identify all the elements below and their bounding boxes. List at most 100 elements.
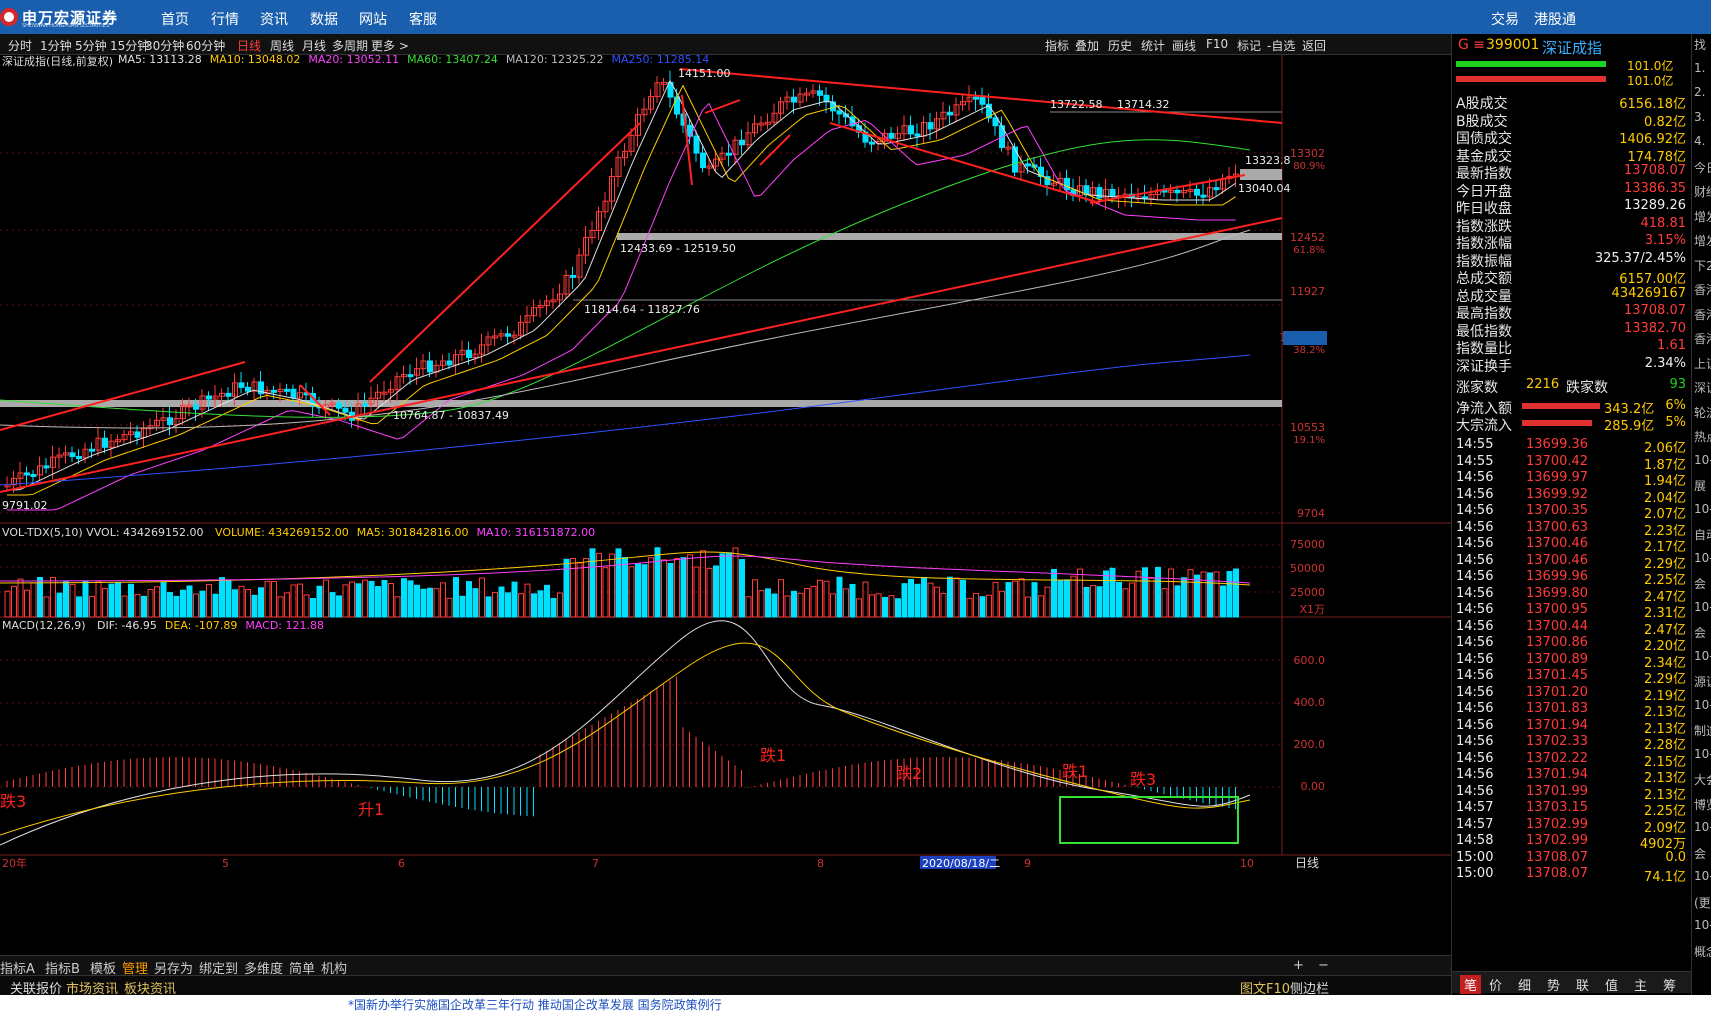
- nav-service[interactable]: 客服: [409, 9, 437, 29]
- edge-news-item[interactable]: 香港: [1694, 281, 1711, 298]
- edge-news-item[interactable]: 展: [1694, 477, 1706, 494]
- side-tab[interactable]: 联: [1576, 975, 1589, 994]
- candle-body: [693, 135, 700, 154]
- period-tab-0[interactable]: 分时: [8, 37, 32, 54]
- tool-5[interactable]: F10: [1206, 37, 1228, 51]
- zoom-in-icon[interactable]: +: [1293, 958, 1304, 973]
- index-name[interactable]: 深证成指: [1542, 37, 1602, 58]
- news-ticker[interactable]: *国新办举行实施国企改革三年行动 推动国企改革发展 国务院政策例行: [0, 995, 1711, 1011]
- volume-bar: [297, 583, 303, 618]
- period-tab-10[interactable]: 更多 >: [371, 37, 409, 54]
- nav-news[interactable]: 资讯: [260, 9, 288, 29]
- nav-trade[interactable]: 交易: [1491, 9, 1519, 29]
- tool-8[interactable]: 返回: [1302, 37, 1326, 54]
- volume-bar: [1226, 571, 1233, 618]
- edge-news-item[interactable]: 10-: [1694, 918, 1711, 932]
- edge-news-item[interactable]: 10-: [1694, 551, 1711, 565]
- edge-news-item[interactable]: 大会: [1694, 771, 1711, 788]
- period-tab-7[interactable]: 周线: [270, 37, 294, 54]
- period-tab-1[interactable]: 1分钟: [40, 37, 72, 54]
- edge-news-item[interactable]: 财经: [1694, 183, 1711, 200]
- nav-home[interactable]: 首页: [161, 9, 189, 29]
- edge-news-item[interactable]: 会: [1694, 624, 1706, 641]
- edge-news-item[interactable]: 热点: [1694, 428, 1711, 445]
- edge-news-item[interactable]: 香港: [1694, 306, 1711, 323]
- side-tab[interactable]: 主: [1634, 975, 1647, 994]
- tool-4[interactable]: 画线: [1172, 37, 1196, 54]
- tick-row: 14:55 13700.42 1.87亿: [1456, 454, 1686, 473]
- down-count-value: 93: [1669, 377, 1686, 392]
- edge-news-item[interactable]: 轮流: [1694, 404, 1711, 421]
- edge-news-item[interactable]: 源证: [1694, 673, 1711, 690]
- side-tab[interactable]: 价: [1489, 975, 1502, 994]
- edge-news-item[interactable]: 3.: [1694, 110, 1705, 124]
- volume-bar: [11, 585, 17, 618]
- kline-chart-svg[interactable]: 14151.00 13722.58 13714.32 13323.8 13040.04 1…: [0, 55, 1451, 955]
- candle-body: [947, 111, 953, 116]
- nav-hk-connect[interactable]: 港股通: [1534, 9, 1576, 29]
- tool-6[interactable]: 标记: [1237, 37, 1261, 54]
- nav-website[interactable]: 网站: [359, 9, 387, 29]
- edge-news-item[interactable]: 自动: [1694, 526, 1711, 543]
- tick-price: 13699.96: [1526, 569, 1589, 584]
- kline-chart-area[interactable]: 14151.00 13722.58 13714.32 13323.8 13040.04 1…: [0, 53, 1451, 955]
- period-tab-9[interactable]: 多周期: [332, 37, 368, 54]
- edge-news-item[interactable]: 香港: [1694, 330, 1711, 347]
- volume-bar: [193, 593, 199, 618]
- nav-quotes[interactable]: 行情: [211, 9, 239, 29]
- tool-7[interactable]: -自选: [1267, 37, 1295, 54]
- edge-news-item[interactable]: 10-: [1694, 820, 1711, 834]
- side-tab[interactable]: 势: [1547, 975, 1560, 994]
- candle-body: [836, 110, 843, 115]
- news-ticker-text[interactable]: *国新办举行实施国企改革三年行动 推动国企改革发展 国务院政策例行: [348, 996, 722, 1011]
- zoom-out-icon[interactable]: −: [1318, 958, 1329, 973]
- edge-news-item[interactable]: 10-: [1694, 649, 1711, 663]
- edge-news-item[interactable]: 10-: [1694, 600, 1711, 614]
- edge-news-item[interactable]: 今日: [1694, 159, 1711, 176]
- period-tab-5[interactable]: 60分钟: [186, 37, 225, 54]
- edge-news-item[interactable]: 增发: [1694, 208, 1711, 225]
- candle-body: [238, 382, 245, 388]
- edge-news-item[interactable]: 4.: [1694, 134, 1705, 148]
- edge-news-item[interactable]: 1.: [1694, 61, 1705, 75]
- candle-body: [1025, 163, 1031, 167]
- edge-news-item[interactable]: 会: [1694, 845, 1706, 862]
- side-tab[interactable]: 值: [1605, 975, 1618, 994]
- period-tab-6[interactable]: 日线: [237, 37, 261, 54]
- volume-bar: [1077, 568, 1083, 618]
- edge-news-item[interactable]: 深证: [1694, 379, 1711, 396]
- edge-news-item[interactable]: 增发: [1694, 232, 1711, 249]
- edge-news-item[interactable]: (更: [1694, 894, 1711, 911]
- edge-news-item[interactable]: 10-: [1694, 502, 1711, 516]
- period-tab-2[interactable]: 5分钟: [75, 37, 107, 54]
- side-tab[interactable]: 细: [1518, 975, 1531, 994]
- edge-news-item[interactable]: 制造: [1694, 722, 1711, 739]
- period-tab-3[interactable]: 15分钟: [110, 37, 149, 54]
- trend-line: [679, 68, 1283, 124]
- tool-0[interactable]: 指标: [1045, 37, 1069, 54]
- stat-row: 总成交量 434269167: [1456, 286, 1686, 305]
- edge-news-item[interactable]: 会: [1694, 575, 1706, 592]
- edge-news-item[interactable]: 上证: [1694, 355, 1711, 372]
- edge-news-item[interactable]: 10-: [1694, 698, 1711, 712]
- edge-news-item[interactable]: 概念: [1694, 943, 1711, 960]
- tool-2[interactable]: 历史: [1108, 37, 1132, 54]
- tool-3[interactable]: 统计: [1141, 37, 1165, 54]
- side-tab[interactable]: 筹: [1663, 975, 1676, 994]
- period-tab-4[interactable]: 30分钟: [145, 37, 184, 54]
- tick-row: 14:56 13700.89 2.34亿: [1456, 652, 1686, 671]
- edge-news-item[interactable]: 找: [1694, 36, 1706, 53]
- edge-news-item[interactable]: 10-: [1694, 453, 1711, 467]
- volume-bar: [1012, 580, 1018, 618]
- tool-1[interactable]: 叠加: [1075, 37, 1099, 54]
- edge-news-item[interactable]: 下2: [1694, 257, 1711, 274]
- nav-data[interactable]: 数据: [310, 9, 338, 29]
- side-tab[interactable]: 笔: [1460, 975, 1482, 994]
- edge-news-item[interactable]: 10-: [1694, 869, 1711, 883]
- period-tab-8[interactable]: 月线: [302, 37, 326, 54]
- volume-bar: [24, 589, 30, 618]
- edge-news-item[interactable]: 2.: [1694, 85, 1705, 99]
- macd-axis-label: 0.00: [1301, 780, 1326, 793]
- edge-news-item[interactable]: 博览: [1694, 796, 1711, 813]
- edge-news-item[interactable]: 10-: [1694, 747, 1711, 761]
